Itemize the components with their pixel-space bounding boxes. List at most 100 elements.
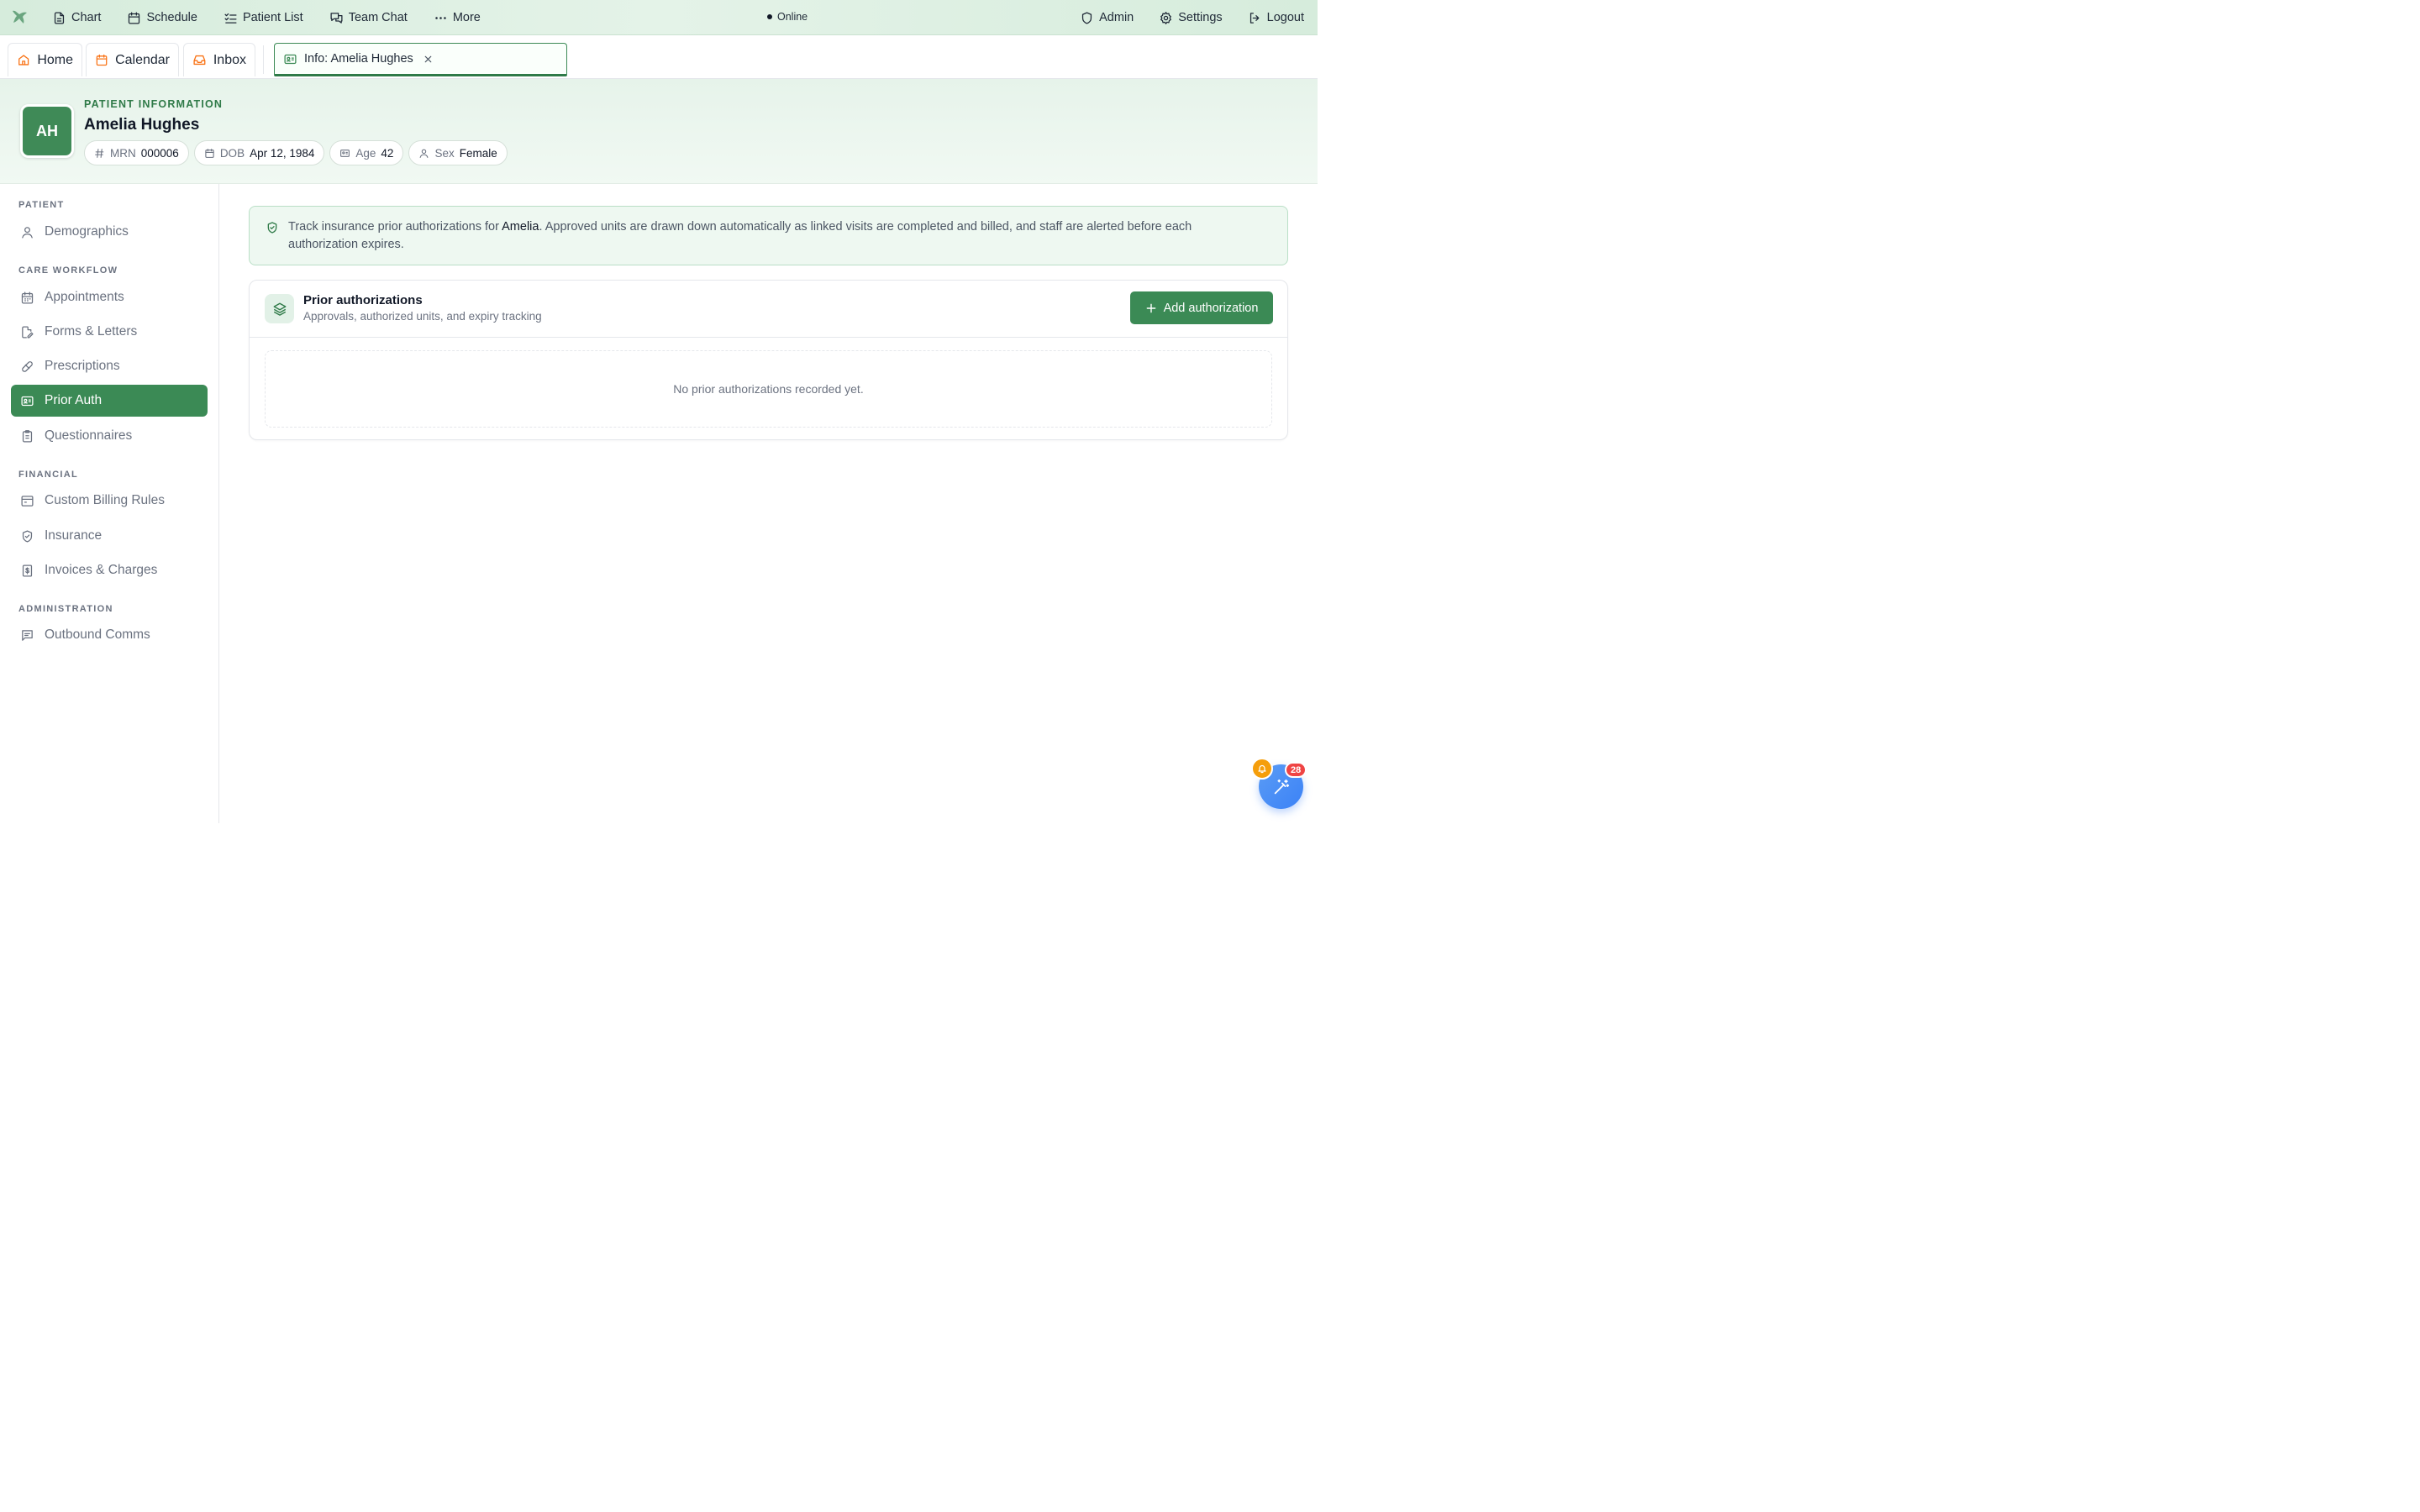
nav-logout-label: Logout: [1266, 11, 1304, 24]
tab-inbox[interactable]: Inbox: [183, 43, 255, 76]
chip-dob-key: DOB: [219, 146, 245, 160]
close-icon[interactable]: [423, 54, 434, 65]
tab-inbox-label: Inbox: [213, 52, 246, 67]
id-card-icon: [340, 149, 350, 157]
card-title: Prior authorizations: [303, 293, 423, 307]
bell-button[interactable]: [1251, 758, 1273, 780]
sidebar-section-administration: ADMINISTRATION: [18, 604, 113, 614]
sidebar-item-invoices-charges[interactable]: Invoices & Charges: [11, 554, 208, 586]
sidebar-item-forms-letters[interactable]: Forms & Letters: [11, 316, 208, 348]
sidebar-item-label: Insurance: [45, 528, 103, 543]
sidebar-item-insurance[interactable]: Insurance: [11, 520, 208, 552]
notification-count-badge: 28: [1285, 762, 1307, 778]
patient-sidebar: PATIENT Demographics CARE WORKFLOW Appoi…: [0, 184, 219, 823]
patient-section-label: PATIENT INFORMATION: [84, 98, 224, 110]
gear-icon: [1160, 11, 1172, 24]
nav-logout[interactable]: Logout: [1248, 11, 1304, 25]
info-banner-patient-name: Amelia: [502, 220, 539, 234]
shield-check-icon: [267, 222, 277, 234]
chip-age: Age 42: [329, 140, 404, 165]
pill-icon: [22, 360, 33, 372]
chip-age-value: 42: [381, 146, 394, 160]
calendar-icon: [96, 54, 108, 66]
chip-mrn: MRN 000006: [84, 140, 189, 165]
sidebar-item-demographics[interactable]: Demographics: [11, 216, 208, 248]
sidebar-item-prescriptions[interactable]: Prescriptions: [11, 350, 208, 382]
sidebar-item-label: Prior Auth: [45, 393, 103, 407]
file-text-icon: [54, 11, 65, 24]
hash-icon: [95, 148, 104, 158]
home-icon: [18, 55, 29, 66]
nav-schedule[interactable]: Schedule: [127, 11, 208, 25]
tab-patient-info[interactable]: Info: Amelia Hughes: [274, 43, 567, 76]
id-card-icon: [21, 396, 34, 406]
nav-more-label: More: [452, 11, 481, 24]
sidebar-section-patient: PATIENT: [18, 200, 65, 210]
top-navigation-bar: Chart Schedule Patient List Team Chat Mo…: [0, 0, 1318, 35]
clipboard-icon: [22, 429, 33, 443]
chip-dob: DOB Apr 12, 1984: [193, 140, 325, 165]
nav-patient-list[interactable]: Patient List: [224, 11, 315, 25]
sidebar-item-label: Prescriptions: [45, 359, 120, 373]
billing-icon: [21, 495, 34, 507]
calendar-icon: [21, 291, 34, 304]
tab-calendar[interactable]: Calendar: [86, 43, 179, 76]
nav-admin-label: Admin: [1099, 11, 1134, 24]
chip-sex-key: Sex: [434, 146, 455, 160]
chip-sex-value: Female: [459, 146, 497, 160]
messages-icon: [330, 12, 343, 24]
calendar-icon: [205, 148, 214, 158]
nav-settings[interactable]: Settings: [1159, 11, 1223, 25]
nav-team-chat[interactable]: Team Chat: [329, 11, 419, 25]
status-dot-icon: [767, 14, 772, 19]
card-header: Prior authorizations Approvals, authoriz…: [250, 281, 1287, 338]
tab-patient-info-label: Info: Amelia Hughes: [304, 52, 413, 66]
patient-header: AH PATIENT INFORMATION Amelia Hughes MRN…: [0, 79, 1318, 184]
sidebar-item-prior-auth[interactable]: Prior Auth: [11, 385, 208, 417]
message-square-icon: [22, 629, 33, 641]
user-icon: [420, 149, 429, 158]
nav-chart[interactable]: Chart: [52, 11, 113, 25]
magic-wand-icon: [1274, 779, 1289, 794]
nav-settings-label: Settings: [1178, 11, 1223, 24]
card-subtitle: Approvals, authorized units, and expiry …: [303, 310, 542, 323]
add-authorization-button[interactable]: Add authorization: [1130, 291, 1273, 324]
app-logo-icon[interactable]: [10, 8, 30, 28]
nav-patient-list-label: Patient List: [242, 11, 303, 24]
bell-icon: [1258, 764, 1266, 774]
empty-state: No prior authorizations recorded yet.: [265, 350, 1272, 428]
secondary-nav: Admin Settings Logout: [1080, 0, 1304, 35]
nav-chart-label: Chart: [71, 11, 102, 24]
sidebar-item-label: Demographics: [45, 224, 129, 239]
workspace-tabs: Home Calendar Inbox Info: Amelia Hughes: [0, 35, 1318, 79]
shield-check-icon: [22, 529, 33, 543]
layers-icon: [273, 302, 286, 316]
sidebar-item-questionnaires[interactable]: Questionnaires: [11, 420, 208, 452]
chip-mrn-value: 000006: [140, 146, 179, 160]
tab-home[interactable]: Home: [8, 43, 82, 76]
tab-home-label: Home: [37, 52, 73, 67]
primary-nav: Chart Schedule Patient List Team Chat Mo…: [52, 0, 507, 35]
sidebar-item-custom-billing-rules[interactable]: Custom Billing Rules: [11, 485, 208, 517]
nav-admin[interactable]: Admin: [1080, 11, 1134, 25]
nav-team-chat-label: Team Chat: [348, 11, 408, 24]
shield-icon: [1082, 11, 1092, 24]
status-label: Online: [777, 11, 808, 23]
patient-chips: MRN 000006 DOB Apr 12, 1984 Age 42 Sex F…: [84, 140, 508, 165]
chip-dob-value: Apr 12, 1984: [250, 146, 315, 160]
calendar-icon: [129, 11, 140, 24]
more-dots-icon: [435, 16, 446, 19]
sidebar-item-label: Forms & Letters: [45, 324, 138, 339]
sidebar-item-outbound-comms[interactable]: Outbound Comms: [11, 619, 208, 651]
sidebar-item-label: Invoices & Charges: [45, 563, 158, 577]
info-banner-prefix: Track insurance prior authorizations for: [288, 220, 502, 234]
avatar: AH: [20, 104, 74, 158]
tab-calendar-label: Calendar: [115, 52, 170, 67]
user-icon: [22, 226, 33, 239]
nav-more[interactable]: More: [434, 11, 492, 25]
id-card-icon: [284, 54, 297, 64]
info-banner-text: Track insurance prior authorizations for…: [288, 218, 1263, 254]
card-icon-badge: [265, 294, 294, 323]
info-banner: Track insurance prior authorizations for…: [249, 206, 1288, 265]
sidebar-item-appointments[interactable]: Appointments: [11, 281, 208, 313]
